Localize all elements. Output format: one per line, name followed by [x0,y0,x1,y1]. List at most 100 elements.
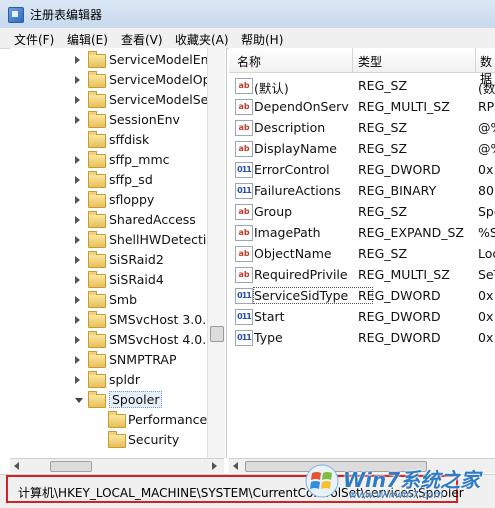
column-divider[interactable] [352,48,353,72]
folder-icon [88,391,106,408]
binary-value-icon: 011 [235,309,253,325]
registry-values-list[interactable]: 名称 类型 数据 ab (默认) REG_SZ (数 ab DependOnServ REG… [229,48,495,458]
binary-value-icon: 011 [235,162,253,178]
collapse-arrow-icon[interactable] [75,398,83,403]
expand-arrow-icon[interactable] [75,296,80,304]
table-row[interactable]: 011 FailureActions REG_BINARY 80 [229,180,495,201]
menu-favorites[interactable]: 收藏夹(A) [175,31,229,48]
tree-item-label: ShellHWDetectio [109,232,215,247]
tree-item[interactable]: SNMPTRAP [10,350,215,370]
window-title: 注册表编辑器 [30,8,103,22]
menu-bar: 文件(F) 编辑(E) 查看(V) 收藏夹(A) 帮助(H) [0,28,495,49]
tree-vertical-scrollbar[interactable] [207,48,225,458]
tree-item-label: SharedAccess [109,212,196,227]
expand-arrow-icon[interactable] [75,376,80,384]
value-type: REG_MULTI_SZ [358,267,450,282]
tree-item[interactable]: sffp_sd [10,170,215,190]
tree-item[interactable]: SiSRaid4 [10,270,215,290]
tree-item[interactable]: ShellHWDetectio [10,230,215,250]
tree-item-label: ServiceModelSer [109,92,214,107]
tree-item[interactable]: sffp_mmc [10,150,215,170]
table-row[interactable]: ab DependOnServ REG_MULTI_SZ RP [229,96,495,117]
expand-arrow-icon[interactable] [75,196,80,204]
menu-view[interactable]: 查看(V) [121,31,163,48]
table-row[interactable]: abRequiredPrivile REG_MULTI_SZ SeT [229,264,495,285]
registry-key-tree[interactable]: ServiceModelEnc ServiceModelOp ServiceMode… [10,48,227,458]
value-data: Spo [478,204,495,219]
tree-item[interactable]: SiSRaid2 [10,250,215,270]
table-row[interactable]: 011 ServiceSidType REG_DWORD 0x [229,285,495,306]
expand-arrow-icon[interactable] [75,256,80,264]
tree-item[interactable]: sffdisk [10,130,215,150]
tree-item[interactable]: SMSvcHost 3.0.0 [10,310,215,330]
expand-arrow-icon[interactable] [75,56,80,64]
scroll-left-arrow-icon[interactable] [233,462,238,470]
expand-arrow-icon[interactable] [75,116,80,124]
table-row[interactable]: abDescription REG_SZ @% [229,117,495,138]
list-header: 名称 类型 数据 [229,48,495,86]
expand-arrow-icon[interactable] [75,236,80,244]
expand-arrow-icon[interactable] [75,356,80,364]
scroll-right-arrow-icon[interactable] [212,462,217,470]
table-row[interactable]: 011 Start REG_DWORD 0x [229,306,495,327]
string-value-icon: ab [235,141,253,157]
expand-arrow-icon[interactable] [75,156,80,164]
value-data: %S [478,225,495,240]
value-type: REG_SZ [358,204,408,219]
value-name: ErrorControl [254,162,330,177]
column-header-name[interactable]: 名称 [237,53,261,70]
tree-item[interactable]: ServiceModelOp [10,70,215,90]
tree-item[interactable]: SMSvcHost 4.0.0 [10,330,215,350]
title-bar: 注册表编辑器 [0,0,495,29]
menu-help[interactable]: 帮助(H) [241,31,283,48]
tree-item-label: Security [128,432,180,447]
table-row[interactable]: ab ImagePath REG_EXPAND_SZ %S [229,222,495,243]
tree-item[interactable]: SessionEnv [10,110,215,130]
value-name: (默认) [254,81,289,96]
tree-item[interactable]: ServiceModelSer [10,90,215,110]
tree-item[interactable]: Smb [10,290,215,310]
table-row[interactable]: abObjectName REG_SZ Loc [229,243,495,264]
tree-item[interactable]: Spooler [10,390,215,410]
table-row[interactable]: abDisplayName REG_SZ @% [229,138,495,159]
scroll-left-arrow-icon[interactable] [14,462,19,470]
value-type: REG_DWORD [358,309,441,324]
tree-child-item[interactable]: Security [10,430,215,450]
expand-arrow-icon[interactable] [75,276,80,284]
watermark-brand: Win7系统之家 [343,468,481,492]
expand-arrow-icon[interactable] [75,316,80,324]
folder-icon [88,131,106,148]
expand-arrow-icon[interactable] [75,76,80,84]
column-divider[interactable] [475,48,476,72]
folder-icon [88,351,106,368]
folder-icon [88,71,106,88]
expand-arrow-icon[interactable] [75,96,80,104]
folder-icon [88,231,106,248]
tree-horizontal-scrollbar[interactable] [10,458,224,473]
table-row[interactable]: ab (默认) REG_SZ (数 [229,75,495,96]
value-name: DisplayName [254,141,337,156]
menu-file[interactable]: 文件(F) [14,31,54,48]
tree-hscroll-thumb[interactable] [50,461,92,472]
table-row[interactable]: 011 Type REG_DWORD 0x [229,327,495,348]
folder-icon [88,111,106,128]
registry-app-icon [8,7,24,23]
value-type: REG_DWORD [358,330,441,345]
table-row[interactable]: abGroup REG_SZ Spo [229,201,495,222]
tree-scroll-thumb[interactable] [210,326,224,342]
tree-item[interactable]: spldr [10,370,215,390]
tree-item[interactable]: ServiceModelEnc [10,50,215,70]
tree-item[interactable]: sfloppy [10,190,215,210]
table-row[interactable]: 011 ErrorControl REG_DWORD 0x [229,159,495,180]
folder-icon [88,271,106,288]
tree-item-label: SessionEnv [109,112,180,127]
expand-arrow-icon[interactable] [75,336,80,344]
expand-arrow-icon[interactable] [75,176,80,184]
tree-child-item[interactable]: Performance [10,410,215,430]
folder-icon [88,311,106,328]
value-name: Type [254,330,283,345]
menu-edit[interactable]: 编辑(E) [67,31,108,48]
expand-arrow-icon[interactable] [75,216,80,224]
column-header-type[interactable]: 类型 [358,53,382,70]
tree-item[interactable]: SharedAccess [10,210,215,230]
